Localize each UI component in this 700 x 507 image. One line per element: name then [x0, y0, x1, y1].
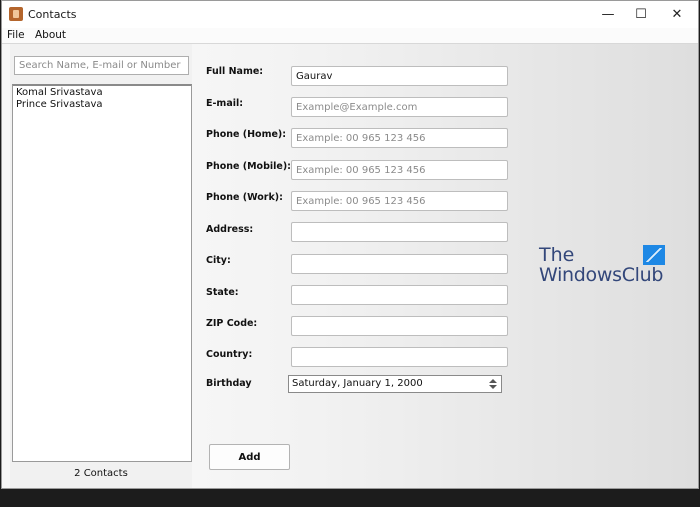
state-label: State:	[206, 287, 239, 298]
watermark: The WindowsClub	[539, 245, 665, 286]
watermark-logo-icon	[643, 245, 665, 265]
app-icon	[9, 7, 23, 21]
menu-file[interactable]: File	[7, 29, 25, 41]
phone-mobile-field[interactable]	[291, 160, 508, 180]
phone-work-label: Phone (Work):	[206, 192, 283, 203]
contacts-window: Contacts — ☐ ✕ File About Komal Srivasta…	[1, 0, 699, 489]
contact-count: 2 Contacts	[74, 468, 128, 479]
close-button[interactable]: ✕	[657, 1, 697, 28]
menu-about[interactable]: About	[35, 29, 66, 41]
email-field[interactable]	[291, 97, 508, 117]
zip-label: ZIP Code:	[206, 318, 258, 329]
address-label: Address:	[206, 224, 254, 235]
date-spinner[interactable]	[487, 377, 499, 391]
birthday-picker[interactable]: Saturday, January 1, 2000	[288, 375, 502, 393]
menu-bar: File About	[2, 28, 698, 44]
country-label: Country:	[206, 349, 253, 360]
phone-home-field[interactable]	[291, 128, 508, 148]
city-field[interactable]	[291, 254, 508, 274]
window-title: Contacts	[28, 8, 77, 21]
search-input[interactable]	[14, 56, 189, 75]
state-field[interactable]	[291, 285, 508, 305]
watermark-line2: WindowsClub	[539, 264, 664, 286]
list-item[interactable]: Komal Srivastava	[13, 87, 191, 99]
maximize-button[interactable]: ☐	[621, 1, 661, 28]
title-bar[interactable]: Contacts — ☐ ✕	[2, 1, 698, 28]
phone-mobile-label: Phone (Mobile):	[206, 161, 291, 172]
email-label: E-mail:	[206, 98, 244, 109]
city-label: City:	[206, 255, 231, 266]
list-item[interactable]: Prince Srivastava	[13, 99, 191, 111]
phone-work-field[interactable]	[291, 191, 508, 211]
country-field[interactable]	[291, 347, 508, 367]
phone-home-label: Phone (Home):	[206, 129, 287, 140]
zip-field[interactable]	[291, 316, 508, 336]
spin-down-icon[interactable]	[489, 385, 497, 389]
birthday-label: Birthday	[206, 378, 252, 389]
contacts-panel: Komal Srivastava Prince Srivastava 2 Con…	[10, 44, 192, 488]
address-field[interactable]	[291, 222, 508, 242]
add-button[interactable]: Add	[209, 444, 290, 470]
full-name-field[interactable]	[291, 66, 508, 86]
spin-up-icon[interactable]	[489, 379, 497, 383]
birthday-value: Saturday, January 1, 2000	[292, 378, 423, 389]
full-name-label: Full Name:	[206, 66, 264, 77]
contacts-list[interactable]: Komal Srivastava Prince Srivastava	[12, 84, 192, 462]
